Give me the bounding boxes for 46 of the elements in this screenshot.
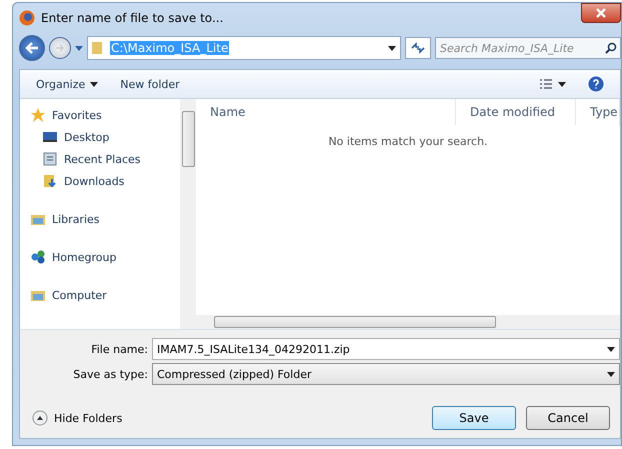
- folder-icon: [92, 41, 104, 55]
- type-dropdown[interactable]: Compressed (zipped) Folder: [152, 363, 620, 385]
- window-title: Enter name of file to save to...: [41, 11, 224, 25]
- desktop-icon: [42, 129, 58, 145]
- hide-folders-button[interactable]: Hide Folders: [32, 410, 122, 426]
- caret-icon: [558, 82, 566, 86]
- search-field[interactable]: Search Maximo_ISA_Lite: [435, 37, 621, 59]
- dropdown-caret-icon: [607, 372, 615, 376]
- close-button[interactable]: [581, 3, 621, 23]
- forward-button[interactable]: [49, 37, 71, 59]
- history-caret-icon[interactable]: [75, 46, 83, 50]
- back-arrow-icon: [25, 42, 39, 54]
- dropdown-caret-icon: [607, 346, 615, 352]
- organize-menu[interactable]: Organize: [36, 76, 98, 92]
- cancel-button[interactable]: Cancel: [526, 406, 610, 430]
- recent-places-icon: [42, 151, 58, 167]
- nav-item[interactable]: Desktop: [30, 127, 180, 147]
- nav-item[interactable]: Homegroup: [30, 247, 180, 267]
- file-name-field[interactable]: IMAM7.5_ISALite134_04292011.zip: [152, 338, 620, 360]
- empty-message: No items match your search.: [328, 135, 488, 148]
- nav-item[interactable]: Recent Places: [30, 149, 180, 169]
- forward-arrow-icon: [55, 43, 65, 53]
- close-icon: [596, 8, 606, 18]
- vertical-scrollbar[interactable]: [180, 99, 196, 329]
- nav-item[interactable]: Favorites: [30, 105, 180, 125]
- back-button[interactable]: [19, 35, 45, 61]
- dropdown-caret-icon: [388, 46, 396, 50]
- homegroup-icon: [30, 249, 46, 265]
- star-icon: [30, 107, 46, 123]
- help-icon: [588, 76, 604, 92]
- list-view-icon: [539, 78, 553, 90]
- refresh-button[interactable]: [405, 37, 431, 59]
- field-label: Save as type:: [72, 368, 148, 380]
- browser-logo-icon: [19, 10, 35, 26]
- nav-item[interactable]: Libraries: [30, 209, 180, 229]
- help-button[interactable]: [588, 74, 604, 94]
- new-folder-button[interactable]: New folder: [120, 76, 180, 92]
- save-button[interactable]: Save: [432, 406, 516, 430]
- field-label: File name:: [90, 342, 148, 356]
- nav-item[interactable]: Downloads: [30, 171, 180, 191]
- search-icon: [605, 42, 617, 54]
- caret-icon: [90, 82, 98, 86]
- address-path: C:\Maximo_ISA_Lite: [110, 41, 230, 55]
- horizontal-scrollbar[interactable]: [196, 315, 620, 329]
- nav-item[interactable]: Computer: [30, 285, 180, 305]
- downloads-folder-icon: [42, 173, 58, 189]
